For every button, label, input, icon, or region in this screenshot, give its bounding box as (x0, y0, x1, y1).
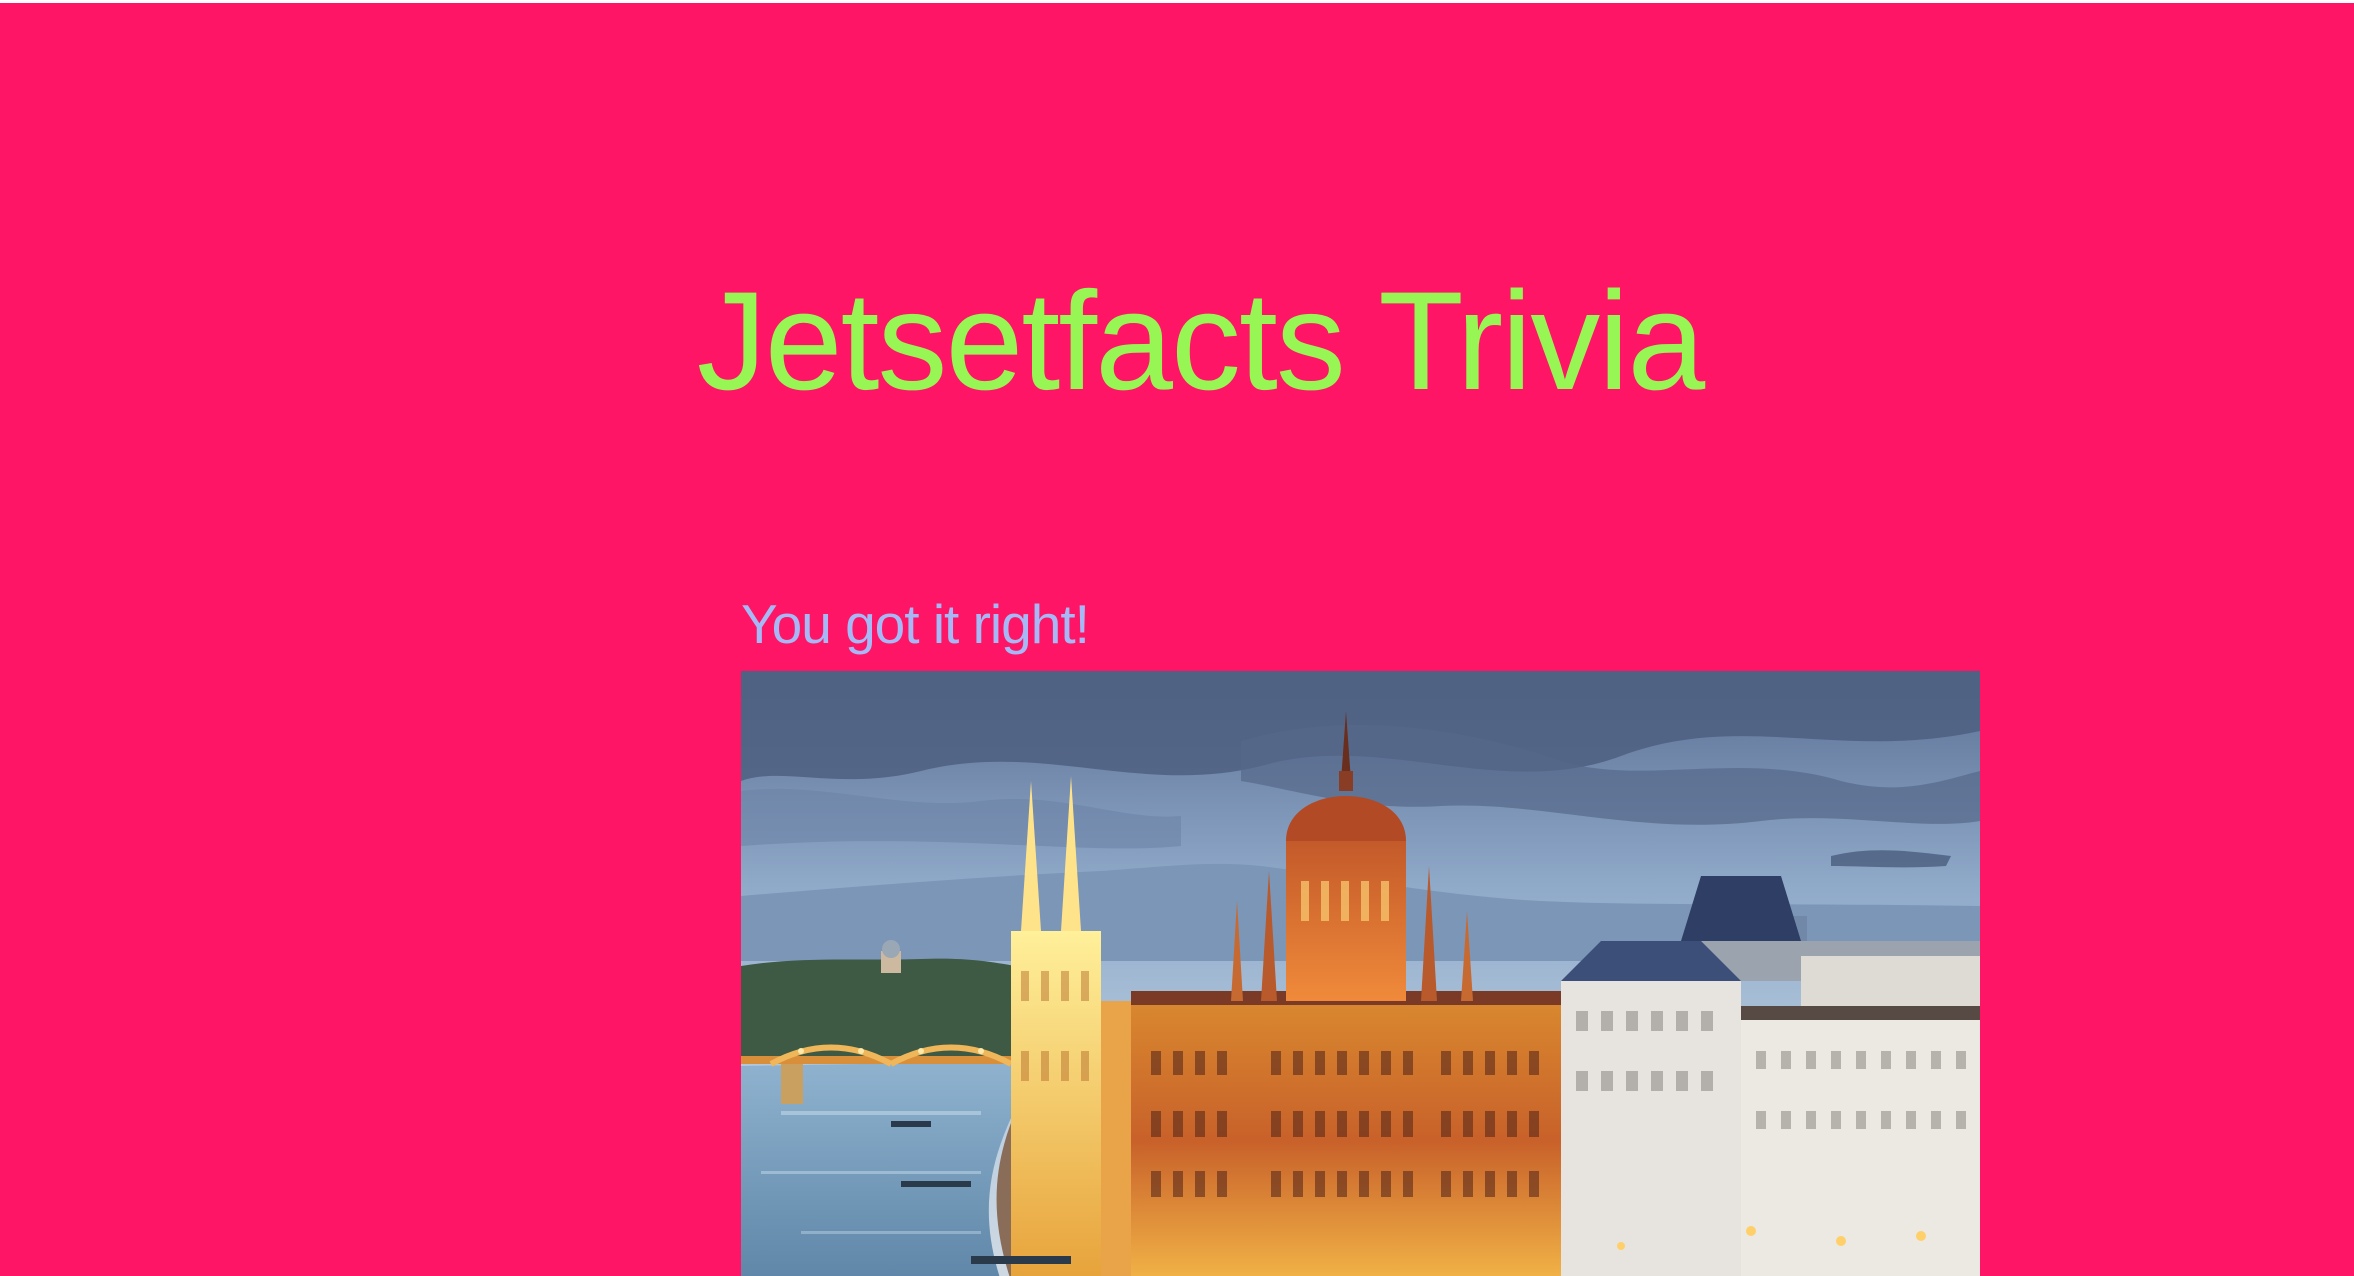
answer-feedback-text: You got it right! (741, 593, 1090, 655)
page-background: Jetsetfacts Trivia You got it right! (0, 3, 2354, 1276)
page-title: Jetsetfacts Trivia (696, 262, 1706, 419)
destination-photo (741, 671, 1980, 1276)
